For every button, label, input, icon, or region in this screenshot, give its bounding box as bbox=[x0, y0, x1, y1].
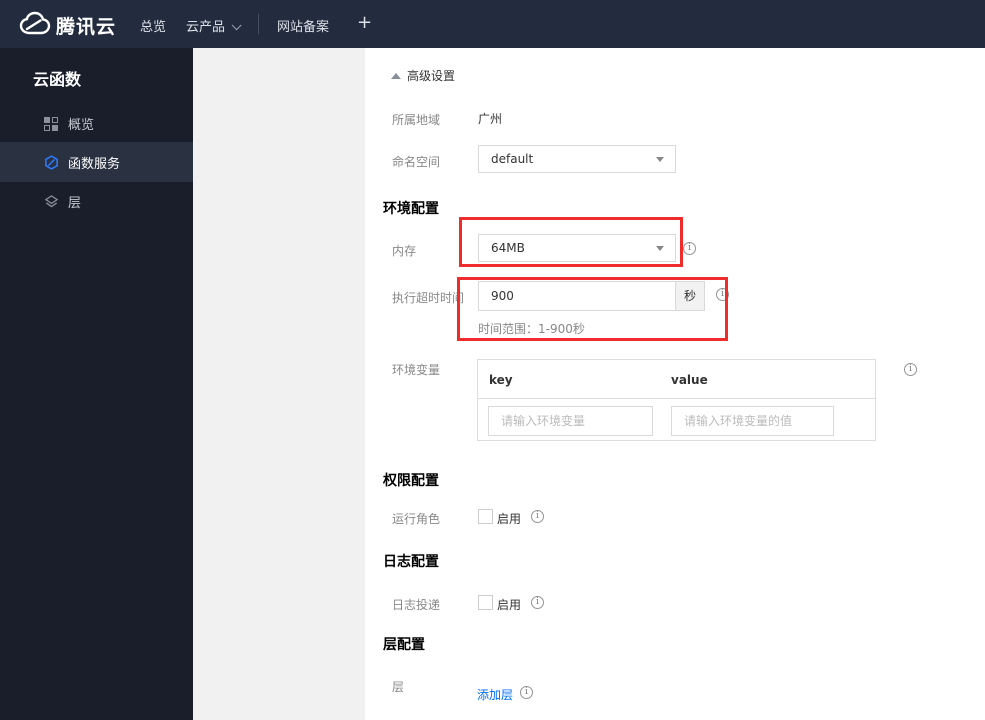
section-layer-config: 层配置 bbox=[383, 637, 425, 653]
tencent-cloud-logo-icon[interactable] bbox=[18, 10, 52, 38]
advanced-settings-toggle[interactable]: 高级设置 bbox=[391, 67, 455, 84]
add-layer-link[interactable]: 添加层 bbox=[477, 686, 513, 703]
run-role-checkbox[interactable] bbox=[478, 509, 493, 524]
topnav-divider bbox=[258, 14, 259, 34]
env-key-header: key bbox=[489, 373, 513, 387]
sidebar-item-label: 函数服务 bbox=[68, 156, 121, 172]
memory-select[interactable]: 64MB bbox=[478, 234, 676, 262]
memory-label: 内存 bbox=[392, 244, 417, 258]
region-label: 所属地域 bbox=[392, 113, 441, 127]
timeout-info-icon[interactable]: i bbox=[716, 288, 729, 301]
brand-name[interactable]: 腾讯云 bbox=[56, 12, 116, 39]
timeout-unit-label: 秒 bbox=[675, 281, 705, 311]
section-env-config: 环境配置 bbox=[383, 201, 439, 217]
env-vars-info-icon[interactable]: i bbox=[904, 363, 917, 376]
advanced-settings-form: 高级设置 所属地域 广州 命名空间 default 环境配置 内存 64MB i… bbox=[365, 48, 985, 720]
layers-icon bbox=[44, 194, 59, 207]
namespace-select[interactable]: default bbox=[478, 145, 676, 173]
env-value-input[interactable] bbox=[671, 406, 834, 436]
topnav-cloud-products[interactable]: 云产品 bbox=[186, 16, 242, 35]
dropdown-caret-icon bbox=[656, 157, 664, 162]
run-role-label: 运行角色 bbox=[392, 512, 441, 526]
sidebar-item-label: 概览 bbox=[68, 117, 95, 133]
memory-selected-value: 64MB bbox=[491, 241, 525, 255]
topnav-icp-filing[interactable]: 网站备案 bbox=[277, 16, 329, 35]
sidebar-item-layers[interactable]: 层 bbox=[0, 182, 193, 220]
topnav-overview[interactable]: 总览 bbox=[140, 16, 166, 35]
function-list-panel bbox=[193, 48, 365, 720]
memory-info-icon[interactable]: i bbox=[683, 242, 696, 255]
timeout-label: 执行超时时间 bbox=[392, 291, 465, 305]
sidebar: 云函数 概览 函数服务 层 bbox=[0, 48, 193, 720]
dropdown-caret-icon bbox=[656, 246, 664, 251]
log-delivery-checkbox[interactable] bbox=[478, 595, 493, 610]
env-vars-label: 环境变量 bbox=[392, 363, 441, 377]
collapse-triangle-icon bbox=[391, 73, 401, 79]
scf-hexagon-icon bbox=[45, 154, 58, 170]
run-role-info-icon[interactable]: i bbox=[531, 510, 544, 523]
sidebar-item-overview[interactable]: 概览 bbox=[0, 104, 193, 142]
namespace-selected-value: default bbox=[491, 152, 534, 166]
sidebar-title: 云函数 bbox=[33, 70, 82, 89]
chevron-down-icon bbox=[231, 20, 242, 31]
log-delivery-enable-label: 启用 bbox=[497, 598, 522, 612]
env-key-input[interactable] bbox=[488, 406, 653, 436]
log-delivery-info-icon[interactable]: i bbox=[531, 596, 544, 609]
section-log-config: 日志配置 bbox=[383, 554, 439, 570]
section-perm-config: 权限配置 bbox=[383, 473, 439, 489]
timeout-hint: 时间范围：1-900秒 bbox=[478, 322, 585, 336]
grid-icon bbox=[44, 116, 59, 131]
region-value: 广州 bbox=[478, 112, 503, 126]
layer-label: 层 bbox=[392, 680, 405, 694]
env-value-header: value bbox=[671, 373, 708, 387]
sidebar-item-label: 层 bbox=[68, 195, 82, 211]
namespace-label: 命名空间 bbox=[392, 155, 441, 169]
tencent-cloud-console: 腾讯云 总览 云产品 网站备案 + 云函数 概览 函数服务 层 高级设置 所属地… bbox=[0, 0, 985, 720]
add-tab-button[interactable]: + bbox=[357, 12, 372, 33]
run-role-enable-label: 启用 bbox=[497, 512, 522, 526]
env-vars-table-header: key value bbox=[478, 360, 875, 399]
add-layer-info-icon[interactable]: i bbox=[520, 686, 533, 699]
env-vars-table: key value bbox=[477, 359, 876, 441]
topbar: 腾讯云 总览 云产品 网站备案 + bbox=[0, 0, 985, 48]
timeout-input[interactable] bbox=[478, 281, 676, 311]
log-delivery-label: 日志投递 bbox=[392, 598, 441, 612]
sidebar-item-function-service[interactable]: 函数服务 bbox=[0, 142, 193, 182]
